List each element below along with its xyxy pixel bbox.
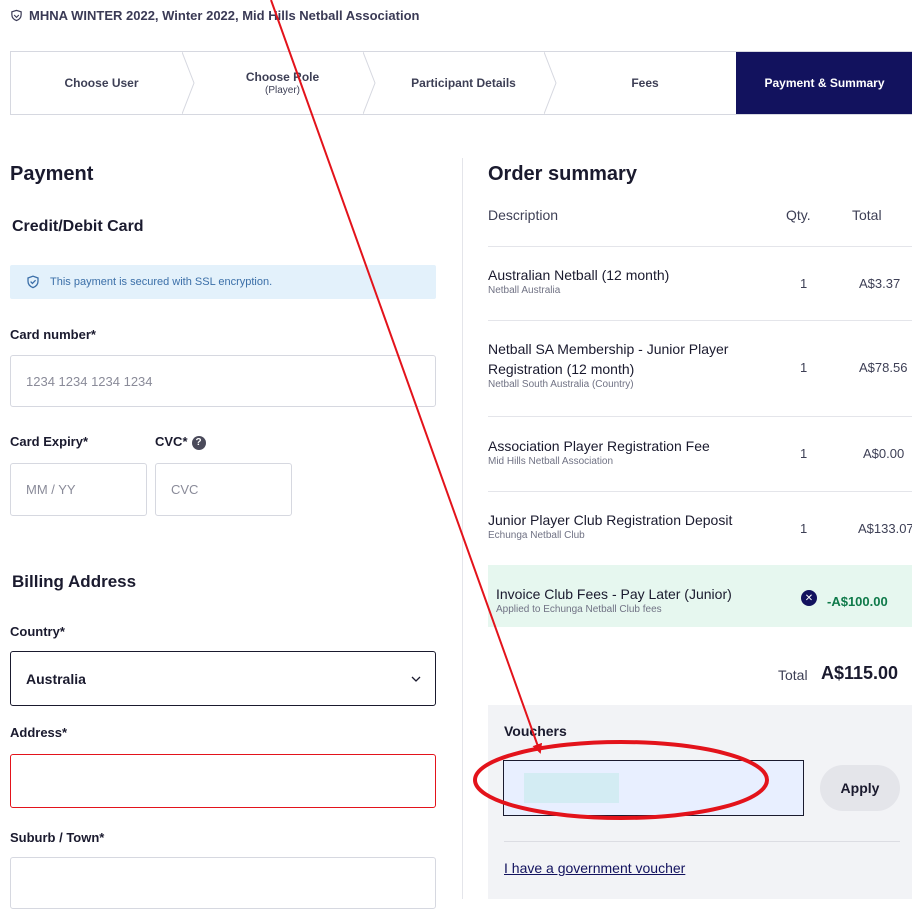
step-label: Payment & Summary (764, 76, 885, 90)
step-choose-role[interactable]: Choose Role (Player) (192, 52, 376, 114)
step-fees[interactable]: Fees (554, 52, 736, 114)
billing-address-title: Billing Address (12, 572, 137, 591)
shield-icon (11, 9, 22, 22)
card-number-placeholder: 1234 1234 1234 1234 (26, 373, 153, 389)
item-provider: Echunga Netball Club (488, 530, 585, 541)
voucher-code-input[interactable] (503, 760, 804, 816)
step-divider-icon (363, 52, 376, 114)
step-label: Choose User (64, 76, 139, 90)
item-provider: Netball Australia (488, 285, 561, 296)
redacted-voucher-code (524, 773, 619, 803)
item-amount: A$78.56 (859, 360, 908, 375)
step-choose-user[interactable]: Choose User (11, 52, 195, 114)
government-voucher-link[interactable]: I have a government voucher (504, 860, 685, 876)
country-value: Australia (26, 670, 86, 687)
list-item: Association Player Registration Fee Mid … (488, 436, 778, 467)
payment-title: Payment (10, 163, 94, 185)
ssl-notice: This payment is secured with SSL encrypt… (10, 265, 436, 299)
step-participant-details[interactable]: Participant Details (373, 52, 557, 114)
item-title: Association Player Registration Fee (488, 438, 710, 454)
col-description: Description (488, 207, 559, 223)
card-expiry-placeholder: MM / YY (26, 482, 76, 497)
step-divider-icon (544, 52, 557, 114)
address-input[interactable] (10, 754, 436, 808)
secure-shield-icon (27, 275, 39, 289)
card-number-label: Card number* (10, 327, 96, 342)
suburb-label: Suburb / Town* (10, 830, 105, 845)
order-summary-title: Order summary (488, 163, 637, 185)
card-expiry-input[interactable]: MM / YY (10, 463, 147, 516)
card-expiry-label: Card Expiry* (10, 434, 89, 449)
discount-title: Invoice Club Fees - Pay Later (Junior) (496, 586, 732, 602)
row-divider (488, 416, 912, 417)
country-label: Country* (10, 624, 65, 639)
registration-stepper: Choose User Choose Role (Player) Partici… (10, 51, 912, 115)
row-divider (488, 246, 912, 247)
voucher-divider (504, 841, 900, 842)
step-label: Participant Details (411, 76, 516, 90)
list-item: Netball SA Membership - Junior Player Re… (488, 339, 778, 390)
discount-amount: -A$100.00 (827, 594, 888, 609)
step-payment-summary[interactable]: Payment & Summary (736, 52, 912, 114)
cvc-placeholder: CVC (171, 482, 199, 497)
total-label: Total (778, 667, 808, 683)
address-label: Address* (10, 725, 68, 740)
chevron-down-icon (411, 676, 421, 682)
suburb-input[interactable] (10, 857, 436, 909)
item-qty: 1 (800, 360, 808, 375)
cvc-label-group: CVC*? (155, 434, 206, 450)
card-section-title: Credit/Debit Card (12, 218, 144, 235)
column-divider (462, 158, 463, 899)
card-number-input[interactable]: 1234 1234 1234 1234 (10, 355, 436, 407)
item-amount: A$133.07 (858, 521, 912, 536)
cvc-input[interactable]: CVC (155, 463, 292, 516)
discount-text: Invoice Club Fees - Pay Later (Junior) A… (496, 584, 786, 615)
list-item: Australian Netball (12 month) Netball Au… (488, 265, 778, 296)
list-item: Junior Player Club Registration Deposit … (488, 510, 788, 541)
step-sublabel: (Player) (264, 85, 300, 96)
item-title-line2: Registration (12 month) (488, 361, 635, 377)
item-qty: 1 (800, 446, 808, 461)
discount-note: Applied to Echunga Netball Club fees (496, 604, 662, 615)
step-divider-icon (182, 52, 195, 114)
row-divider (488, 491, 912, 492)
item-title: Australian Netball (12 month) (488, 267, 670, 283)
ssl-notice-text: This payment is secured with SSL encrypt… (50, 276, 273, 288)
step-label: Fees (631, 76, 659, 90)
breadcrumb-text: MHNA WINTER 2022, Winter 2022, Mid Hills… (29, 8, 420, 23)
item-qty: 1 (800, 276, 808, 291)
total-value: A$115.00 (821, 663, 899, 683)
breadcrumb: MHNA WINTER 2022, Winter 2022, Mid Hills… (10, 8, 419, 23)
item-qty: 1 (800, 521, 808, 536)
item-title: Junior Player Club Registration Deposit (488, 512, 733, 528)
item-title: Netball SA Membership - Junior Player (488, 341, 729, 357)
item-amount: A$0.00 (863, 446, 905, 461)
col-total: Total (852, 207, 882, 223)
help-icon[interactable]: ? (191, 435, 206, 450)
row-divider (488, 320, 912, 321)
item-provider: Netball South Australia (Country) (488, 379, 634, 390)
remove-discount-icon[interactable]: ✕ (801, 590, 817, 606)
item-provider: Mid Hills Netball Association (488, 456, 614, 467)
vouchers-title: Vouchers (504, 723, 567, 739)
cvc-label: CVC* (155, 434, 188, 449)
col-qty: Qty. (786, 207, 811, 223)
step-label: Choose Role (245, 70, 320, 84)
country-select[interactable]: Australia (10, 651, 436, 706)
apply-voucher-button[interactable]: Apply (820, 765, 900, 811)
item-amount: A$3.37 (859, 276, 901, 291)
